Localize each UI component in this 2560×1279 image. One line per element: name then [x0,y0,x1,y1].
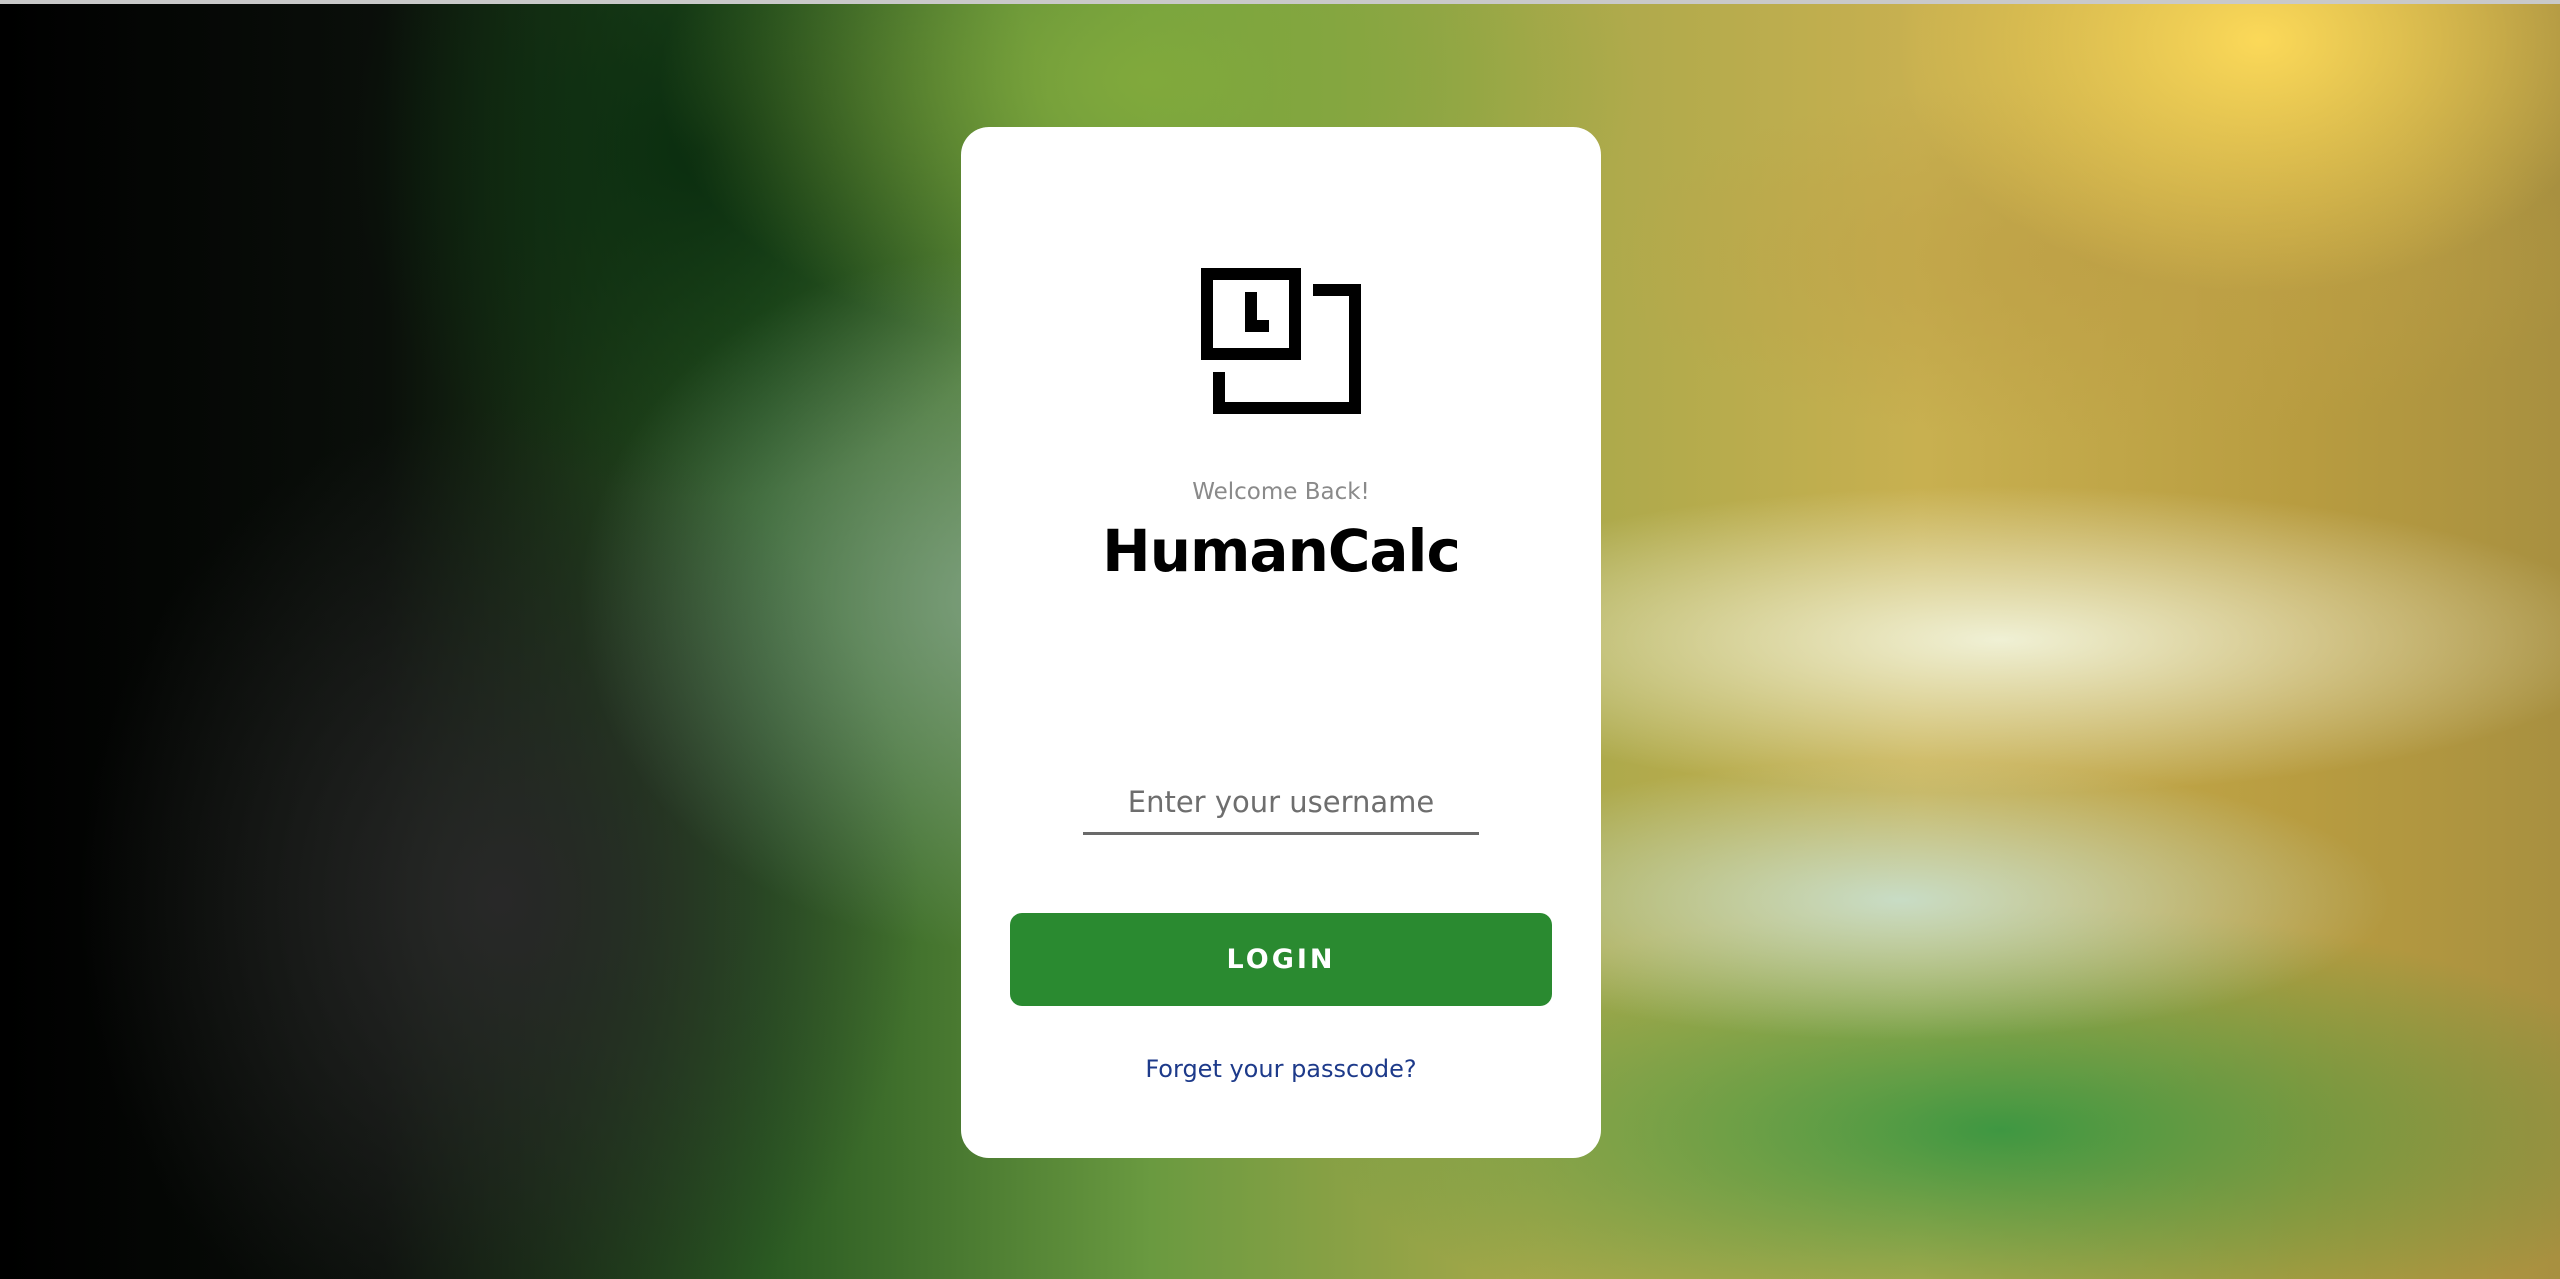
login-card: Welcome Back! HumanCalc LOGIN Forget you… [961,127,1601,1158]
username-input[interactable] [1083,772,1479,835]
welcome-text: Welcome Back! [1192,479,1370,505]
app-title: HumanCalc [1102,517,1461,585]
login-button[interactable]: LOGIN [1010,913,1552,1006]
forgot-passcode-link[interactable]: Forget your passcode? [961,1055,1601,1083]
window-top-border [0,0,2560,4]
pixel-calendar-clock-icon [1201,268,1361,414]
login-page: Welcome Back! HumanCalc LOGIN Forget you… [0,0,2560,1279]
